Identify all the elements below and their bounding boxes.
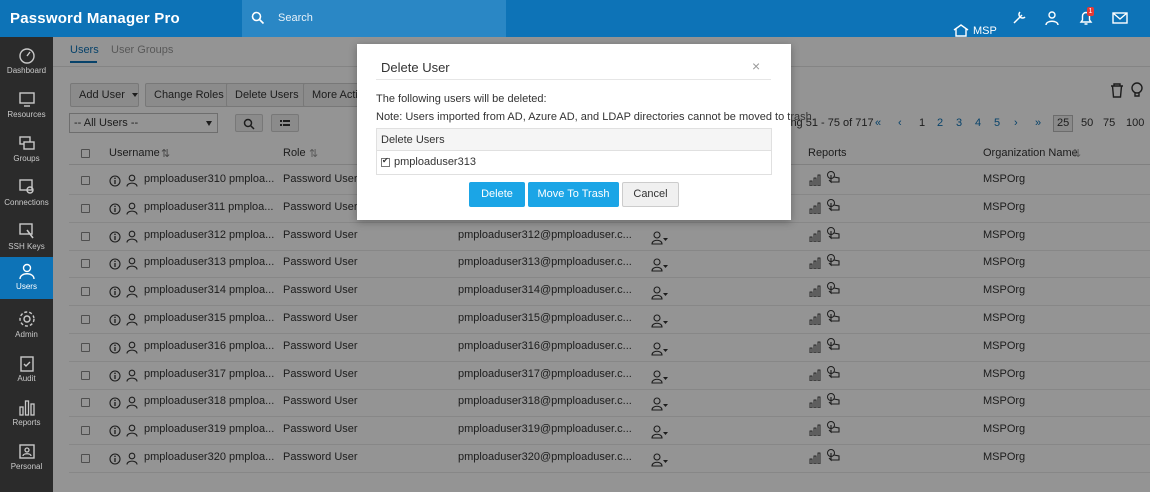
- sidebar-item-audit[interactable]: Audit: [0, 349, 53, 393]
- close-icon[interactable]: ×: [752, 58, 760, 74]
- dialog-divider: [376, 79, 771, 80]
- notification-badge: 1: [1087, 7, 1094, 16]
- sidebar: Dashboard Resources Groups Connections S…: [0, 37, 53, 492]
- sidebar-item-ssh-keys[interactable]: SSH Keys: [0, 217, 53, 261]
- cancel-button[interactable]: Cancel: [622, 182, 679, 207]
- sidebar-label: Reports: [12, 418, 41, 427]
- sidebar-label: Audit: [17, 374, 36, 383]
- delete-user-dialog: Delete User × The following users will b…: [357, 44, 815, 220]
- tools-icon[interactable]: [1010, 9, 1028, 27]
- delete-user-name: pmploaduser313: [394, 156, 476, 168]
- sidebar-label: Connections: [4, 198, 49, 207]
- user-icon: [18, 263, 35, 280]
- sidebar-item-personal[interactable]: Personal: [0, 437, 53, 481]
- sidebar-label: Admin: [15, 330, 38, 339]
- id-card-icon: [18, 444, 35, 459]
- sidebar-label: SSH Keys: [8, 242, 45, 251]
- sidebar-item-connections[interactable]: Connections: [0, 173, 53, 217]
- org-label: MSP: [973, 24, 997, 37]
- delete-users-table: Delete Users pmploaduser313: [376, 128, 772, 175]
- dashboard-icon: [18, 48, 35, 64]
- delete-users-header: Delete Users: [377, 129, 771, 151]
- monitor-icon: [18, 92, 35, 107]
- sidebar-item-users[interactable]: Users: [0, 257, 53, 299]
- sidebar-label: Groups: [13, 154, 40, 163]
- delete-button[interactable]: Delete: [469, 182, 525, 207]
- search-input[interactable]: Search: [278, 12, 313, 24]
- sidebar-item-resources[interactable]: Resources: [0, 85, 53, 129]
- mail-icon[interactable]: [1111, 9, 1129, 27]
- sidebar-item-reports[interactable]: Reports: [0, 393, 53, 437]
- search-icon[interactable]: [251, 11, 265, 25]
- dialog-note: Note: Users imported from AD, Azure AD, …: [376, 111, 815, 123]
- sidebar-item-dashboard[interactable]: Dashboard: [0, 41, 53, 85]
- ssh-key-icon: [18, 223, 34, 239]
- gear-icon: [18, 311, 35, 327]
- sidebar-item-admin[interactable]: Admin: [0, 305, 53, 349]
- dialog-title: Delete User: [381, 60, 450, 75]
- app-logo[interactable]: Password Manager Pro: [10, 10, 180, 27]
- clipboard-icon: [19, 356, 34, 372]
- home-org-icon: [953, 24, 969, 37]
- search-box[interactable]: Search: [242, 0, 506, 37]
- sidebar-label: Personal: [10, 462, 43, 471]
- user-settings-icon[interactable]: [1044, 9, 1062, 27]
- connections-icon: [18, 179, 34, 194]
- delete-user-row: pmploaduser313: [381, 156, 476, 168]
- user-checkbox[interactable]: [381, 156, 390, 167]
- move-to-trash-button[interactable]: Move To Trash: [528, 182, 619, 207]
- sidebar-label: Resources: [7, 110, 46, 119]
- bar-chart-icon: [18, 400, 35, 416]
- sidebar-label: Dashboard: [6, 66, 47, 75]
- groups-icon: [18, 136, 35, 150]
- dialog-message: The following users will be deleted:: [376, 93, 547, 105]
- sidebar-item-groups[interactable]: Groups: [0, 129, 53, 173]
- top-bar: Password Manager Pro Search MSP 1: [0, 0, 1150, 37]
- sidebar-label: Users: [16, 282, 37, 291]
